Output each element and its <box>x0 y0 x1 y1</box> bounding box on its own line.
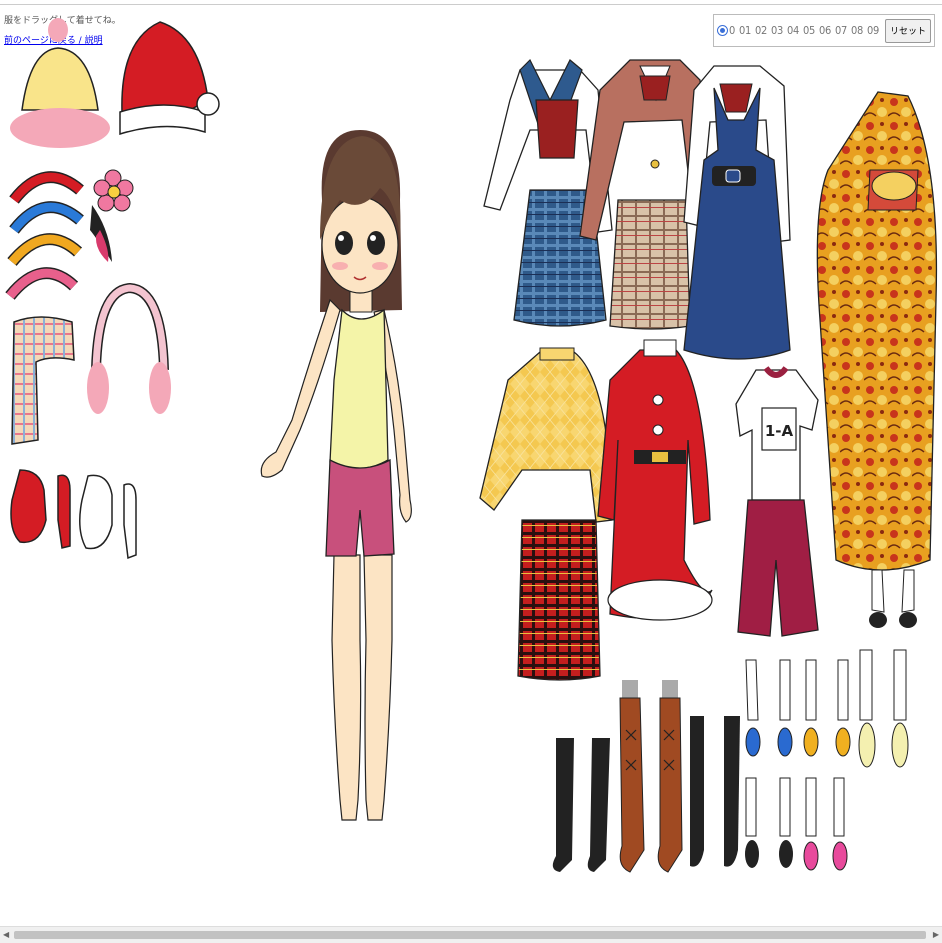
kimono-outfit[interactable] <box>816 91 938 628</box>
scrollbar-thumb[interactable] <box>14 931 926 939</box>
black-tall-socks-loafers[interactable] <box>690 716 740 867</box>
doll-figure <box>260 130 412 821</box>
shoes-black[interactable] <box>745 777 793 868</box>
cream-sneakers[interactable] <box>858 649 909 768</box>
navy-jumper-dress[interactable] <box>683 65 791 360</box>
santa-dress[interactable] <box>597 339 713 621</box>
headband-red[interactable] <box>9 171 84 204</box>
headband-blue[interactable] <box>9 201 84 234</box>
plaid-scarf[interactable] <box>11 316 75 445</box>
shoes-pink[interactable] <box>803 777 848 871</box>
white-mittens[interactable] <box>79 474 137 560</box>
dressup-canvas: 1-A <box>5 18 938 873</box>
horizontal-scrollbar[interactable]: ◀ ▶ <box>0 926 942 943</box>
shoes-yellow[interactable] <box>803 659 851 757</box>
scroll-right-icon[interactable]: ▶ <box>933 930 939 939</box>
shoes-blue[interactable] <box>745 659 793 757</box>
scroll-left-icon[interactable]: ◀ <box>3 930 9 939</box>
santa-hat[interactable] <box>119 21 220 136</box>
red-mittens[interactable] <box>10 469 71 549</box>
pink-earmuffs[interactable] <box>87 282 171 414</box>
yellow-knit-hat[interactable] <box>10 18 110 148</box>
headband-pink[interactable] <box>5 267 79 300</box>
black-knee-socks[interactable] <box>552 738 610 872</box>
gym-shirt-label: 1-A <box>765 422 794 440</box>
yellow-sweater-plaid-skirt[interactable] <box>479 347 613 681</box>
gym-uniform[interactable]: 1-A <box>735 366 819 637</box>
headband-yellow[interactable] <box>7 233 83 266</box>
flower-hair-clip[interactable] <box>90 169 134 262</box>
brown-lace-up-boots[interactable] <box>619 680 683 873</box>
